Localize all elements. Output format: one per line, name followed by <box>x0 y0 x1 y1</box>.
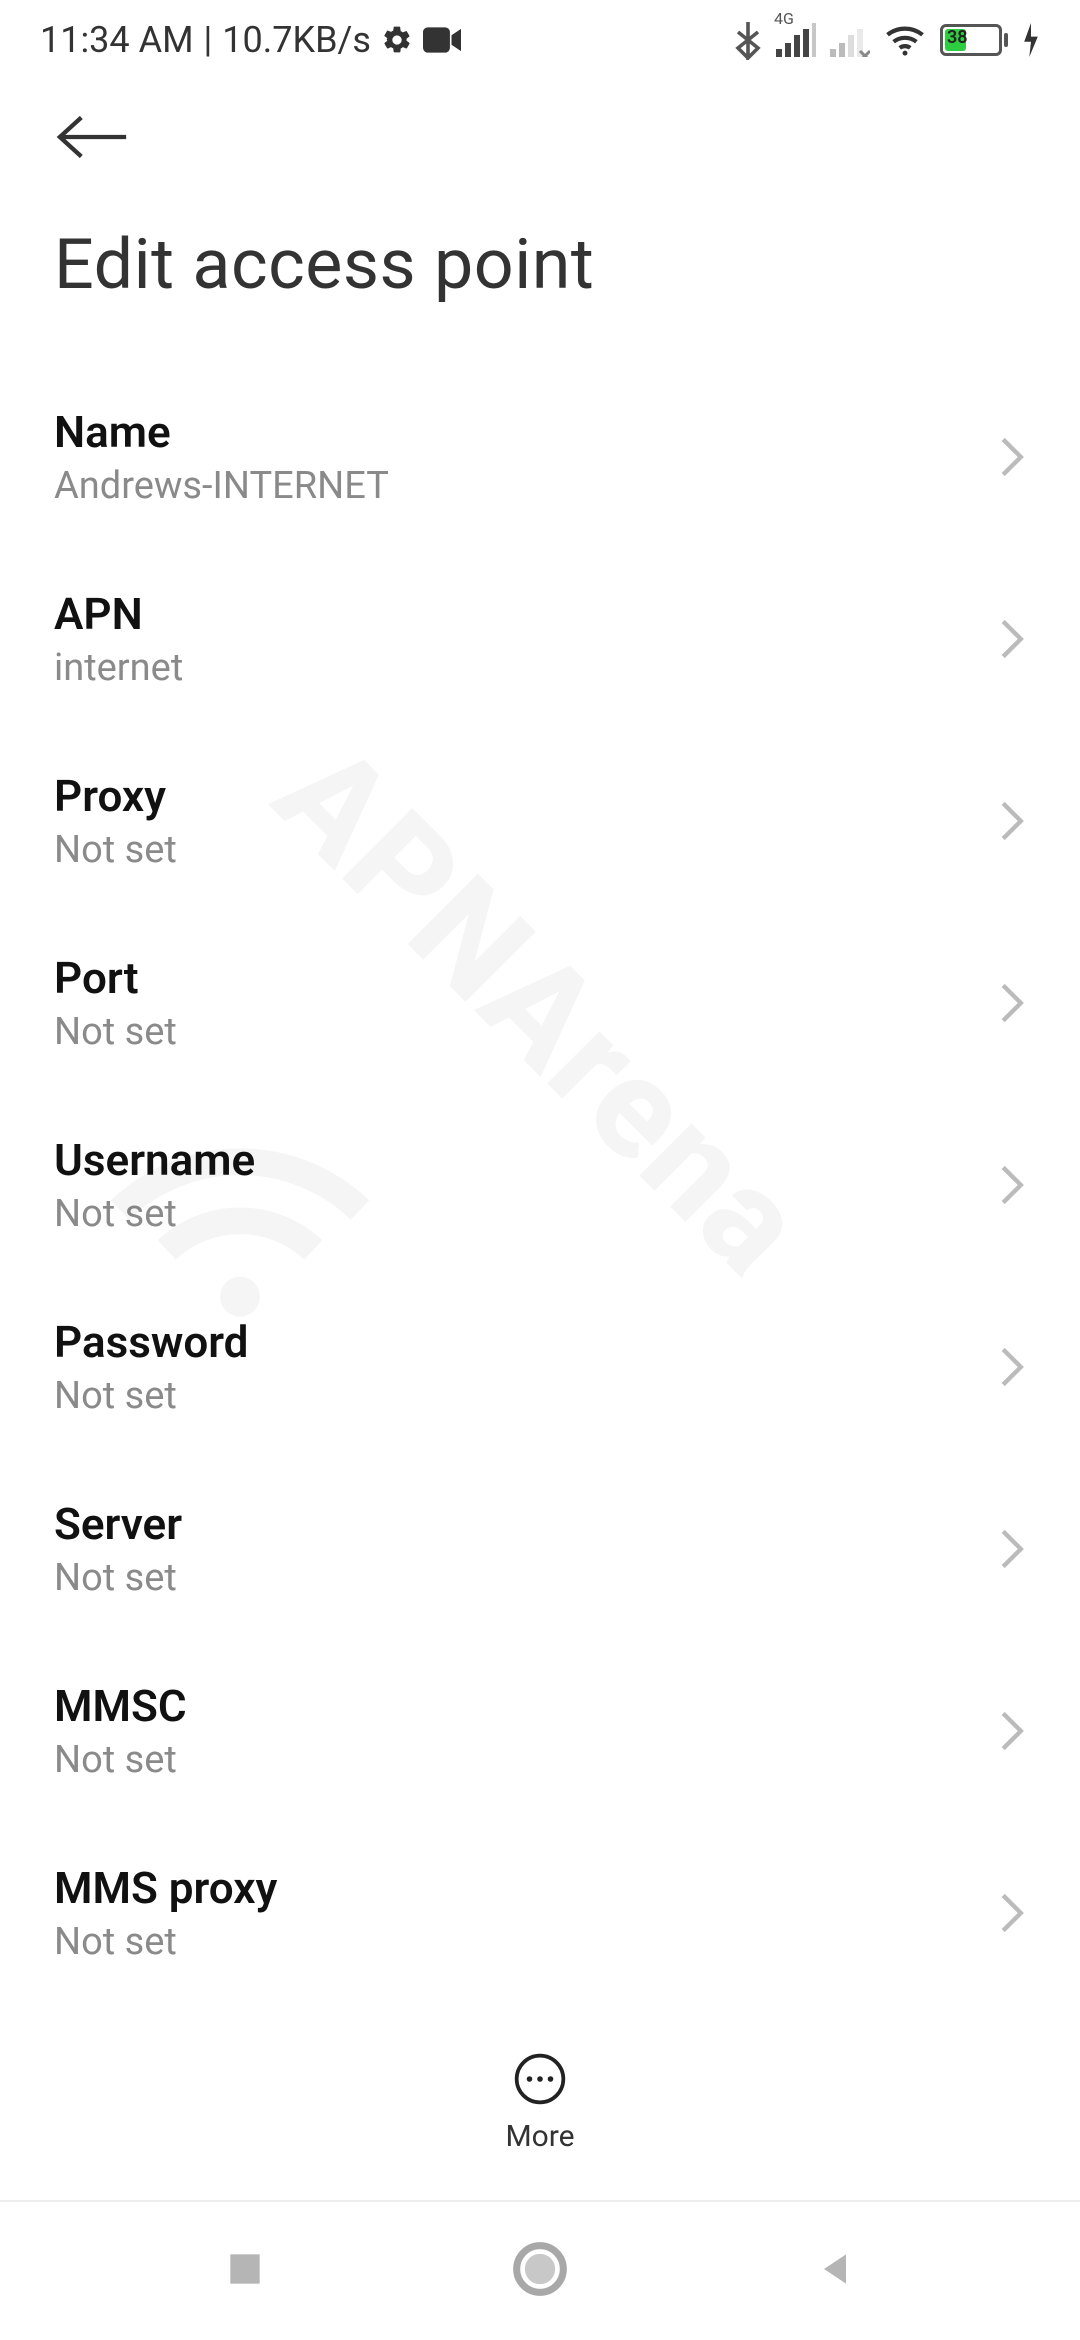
item-label: Server <box>54 1498 182 1550</box>
status-time: 11:34 AM <box>40 19 194 61</box>
item-proxy[interactable]: Proxy Not set <box>54 730 1026 912</box>
page-title: Edit access point <box>0 168 1080 366</box>
chevron-right-icon <box>998 1527 1026 1571</box>
item-value: Not set <box>54 1010 177 1054</box>
chevron-right-icon <box>998 1891 1026 1935</box>
item-password[interactable]: Password Not set <box>54 1276 1026 1458</box>
chevron-right-icon <box>998 799 1026 843</box>
square-icon <box>223 2247 267 2291</box>
chevron-right-icon <box>998 1709 1026 1753</box>
chevron-right-icon <box>998 1345 1026 1389</box>
item-label: Port <box>54 952 177 1004</box>
camera-icon <box>423 24 461 56</box>
signal-4g-icon: 4G <box>776 23 816 57</box>
chevron-right-icon <box>998 1163 1026 1207</box>
more-button[interactable]: More <box>505 2051 574 2154</box>
status-bar: 11:34 AM | 10.7KB/s 4G 38 <box>0 0 1080 80</box>
chevron-right-icon <box>998 435 1026 479</box>
item-value: Not set <box>54 1556 182 1600</box>
item-label: MMS proxy <box>54 1862 277 1914</box>
nav-back-button[interactable] <box>813 2247 857 2295</box>
item-value: Andrews-INTERNET <box>54 464 389 508</box>
item-value: Not set <box>54 1192 255 1236</box>
bluetooth-icon <box>734 20 762 60</box>
charging-icon <box>1022 23 1040 57</box>
triangle-left-icon <box>813 2247 857 2291</box>
chevron-right-icon <box>998 617 1026 661</box>
item-value: Not set <box>54 1738 187 1782</box>
status-speed: 10.7KB/s <box>222 19 371 61</box>
arrow-left-icon <box>54 110 132 164</box>
android-nav-bar <box>0 2200 1080 2340</box>
item-label: Username <box>54 1134 255 1186</box>
gear-icon <box>381 24 413 56</box>
nav-recents-button[interactable] <box>223 2247 267 2295</box>
item-mmsc[interactable]: MMSC Not set <box>54 1640 1026 1822</box>
settings-list: Name Andrews-INTERNET APN internet Proxy… <box>0 366 1080 2004</box>
status-sep: | <box>204 19 213 61</box>
item-value: Not set <box>54 1374 248 1418</box>
item-label: Name <box>54 406 389 458</box>
signal-nosim-icon <box>830 23 870 57</box>
item-value: Not set <box>54 828 177 872</box>
circle-icon <box>512 2241 568 2297</box>
battery-icon: 38 <box>940 24 1008 56</box>
item-name[interactable]: Name Andrews-INTERNET <box>54 366 1026 548</box>
item-label: MMSC <box>54 1680 187 1732</box>
item-value: Not set <box>54 1920 277 1964</box>
wifi-icon <box>884 23 926 57</box>
chevron-right-icon <box>998 981 1026 1025</box>
back-button[interactable] <box>54 110 132 164</box>
item-username[interactable]: Username Not set <box>54 1094 1026 1276</box>
item-apn[interactable]: APN internet <box>54 548 1026 730</box>
item-server[interactable]: Server Not set <box>54 1458 1026 1640</box>
item-value: internet <box>54 646 183 690</box>
more-icon <box>512 2051 568 2107</box>
nav-home-button[interactable] <box>512 2241 568 2301</box>
more-label: More <box>505 2119 574 2154</box>
item-mms-proxy[interactable]: MMS proxy Not set <box>54 1822 1026 2004</box>
item-label: Password <box>54 1316 248 1368</box>
item-port[interactable]: Port Not set <box>54 912 1026 1094</box>
item-label: Proxy <box>54 770 177 822</box>
item-label: APN <box>54 588 183 640</box>
